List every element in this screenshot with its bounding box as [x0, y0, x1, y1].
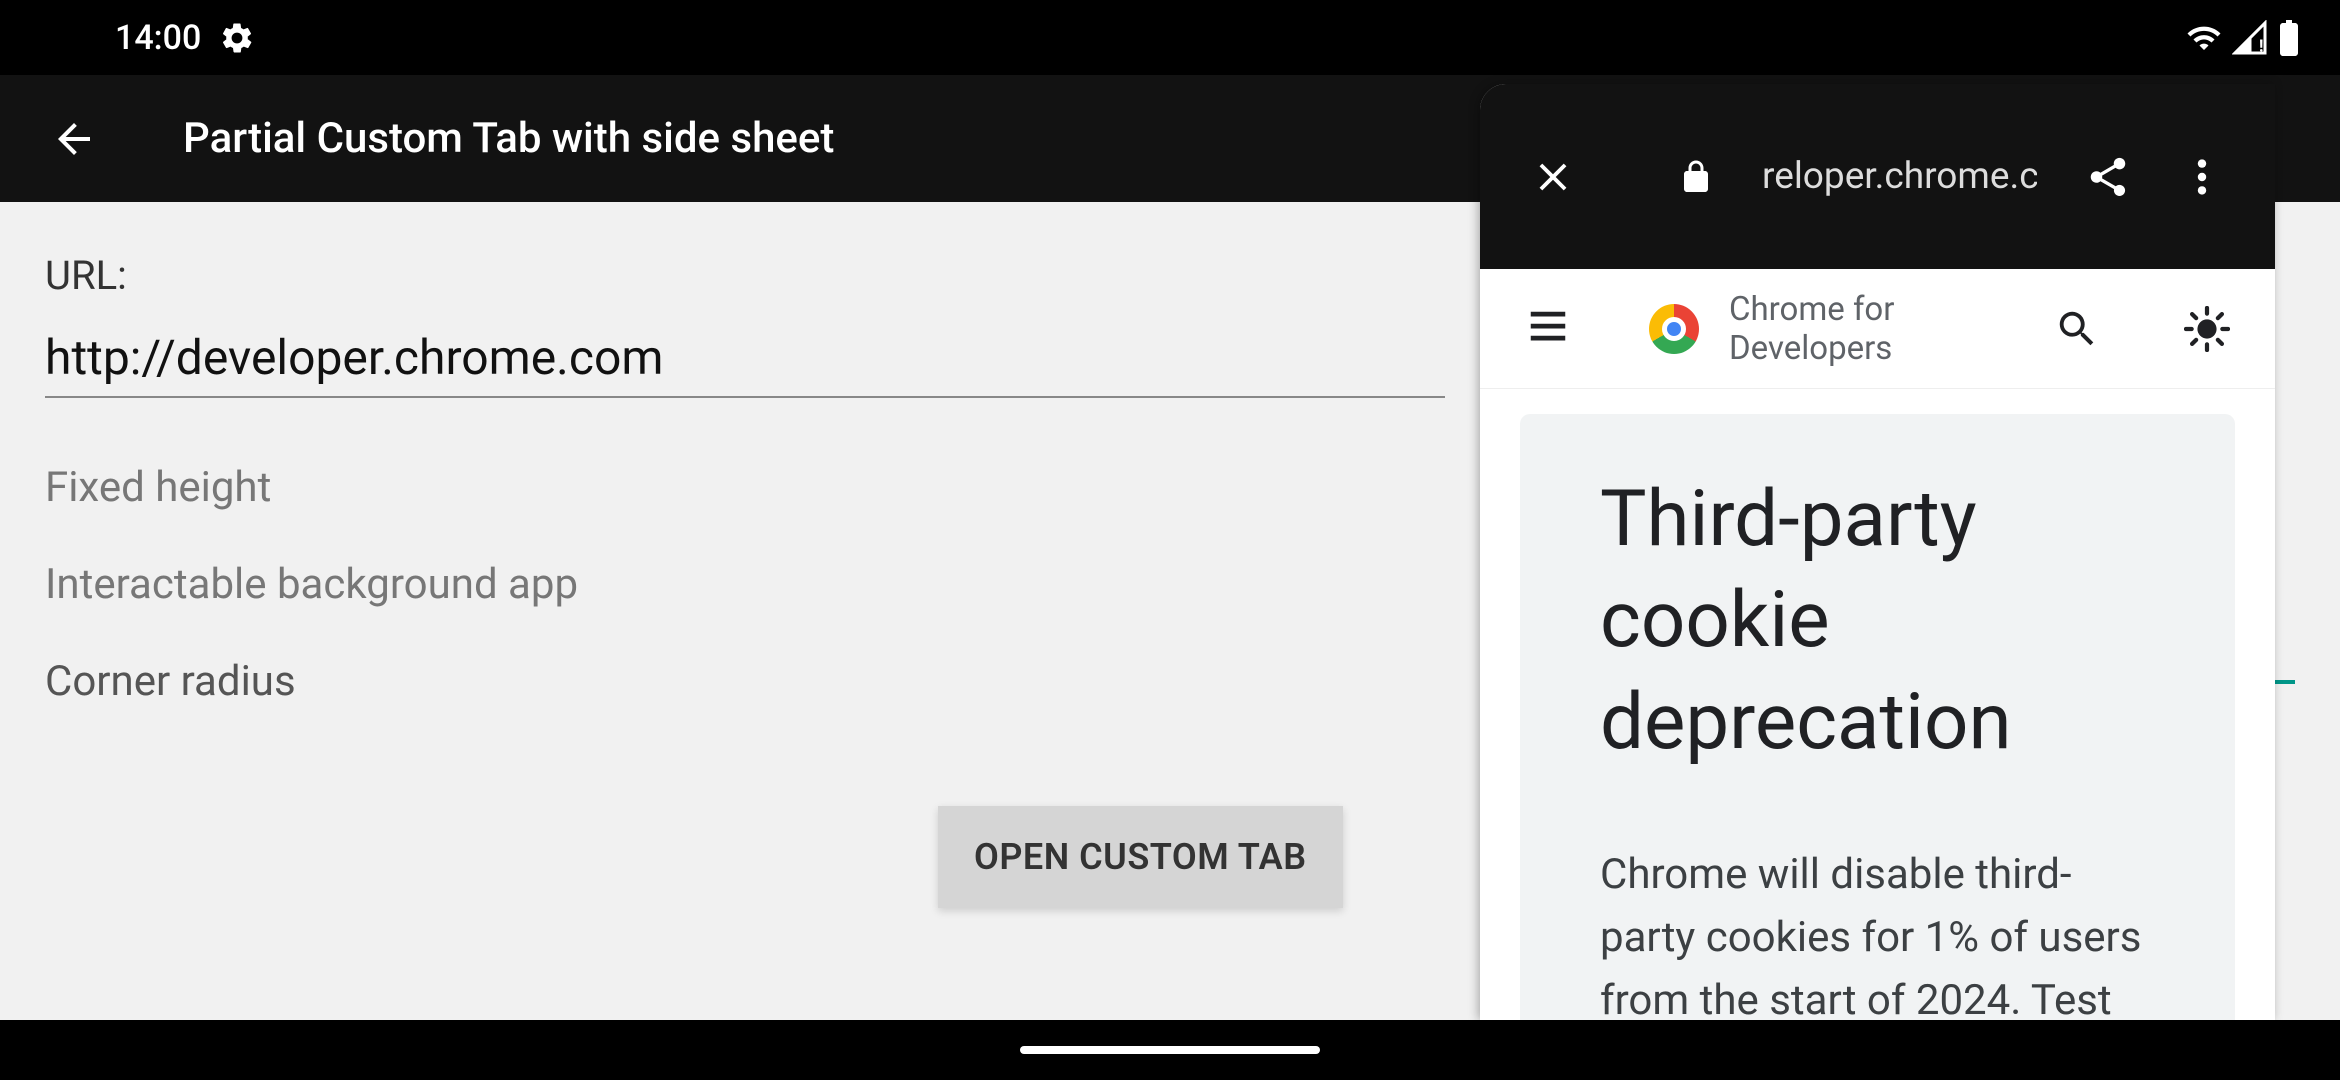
custom-tab-url[interactable]: reloper.chrome.com	[1762, 155, 2037, 198]
custom-tab-toolbar: reloper.chrome.com	[1480, 84, 2275, 269]
status-bar: 14:00 !	[0, 0, 2340, 75]
battery-icon	[2278, 20, 2300, 56]
navigation-bar	[0, 1020, 2340, 1080]
search-icon[interactable]	[2054, 306, 2100, 352]
more-vertical-icon[interactable]	[2179, 154, 2225, 200]
theme-toggle-icon[interactable]	[2184, 306, 2230, 352]
article-card[interactable]: Third-party cookie deprecation Chrome wi…	[1520, 414, 2235, 1020]
share-icon[interactable]	[2085, 154, 2131, 200]
web-page-header: Chrome for Developers	[1480, 269, 2275, 389]
page-title: Partial Custom Tab with side sheet	[183, 114, 834, 163]
signal-icon: !	[2232, 20, 2268, 56]
corner-radius-label: Corner radius	[45, 657, 296, 706]
svg-text:!: !	[2259, 37, 2263, 56]
open-custom-tab-button[interactable]: OPEN CUSTOM TAB	[938, 806, 1343, 908]
back-arrow-icon[interactable]	[50, 115, 98, 163]
side-sheet: reloper.chrome.com Chrome for Developers	[1480, 84, 2275, 1020]
gear-icon	[219, 20, 255, 56]
article-title: Third-party cookie deprecation	[1600, 469, 2155, 773]
chrome-logo-icon	[1649, 304, 1699, 354]
site-name[interactable]: Chrome for Developers	[1729, 290, 2024, 368]
lock-icon	[1678, 159, 1714, 195]
status-time: 14:00	[115, 18, 201, 58]
article-body: Chrome will disable third-party cookies …	[1600, 843, 2155, 1020]
url-input[interactable]	[45, 329, 1445, 386]
wifi-icon	[2186, 20, 2222, 56]
close-icon[interactable]	[1530, 154, 1576, 200]
hamburger-icon[interactable]	[1525, 306, 1571, 352]
nav-pill[interactable]	[1020, 1046, 1320, 1054]
